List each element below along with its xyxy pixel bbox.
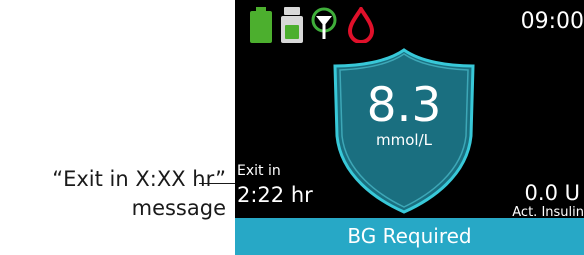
bg-required-banner[interactable]: BG Required [235,218,584,255]
annotation-line-1: “Exit in X:XX hr” [52,167,226,191]
exit-label: Exit in [237,163,281,179]
annotation-leader-line [199,183,238,184]
annotation-text: “Exit in X:XX hr” message [0,165,226,223]
exit-time: 2:22 hr [237,183,313,207]
glucose-unit: mmol/L [376,131,432,149]
active-insulin-value: 0.0 U [524,181,580,205]
cgm-signal-icon [311,7,337,39]
clock-time: 09:00 [520,9,584,34]
pump-screen: 09:00 8.3 mmol/L Exit in 2:22 hr 0.0 U A… [235,0,584,255]
blood-drop-icon [348,7,374,43]
insulin-cartridge-icon [281,7,303,43]
glucose-value: 8.3 [366,78,442,133]
battery-icon [250,7,272,43]
annotation-line-2: message [131,196,226,220]
